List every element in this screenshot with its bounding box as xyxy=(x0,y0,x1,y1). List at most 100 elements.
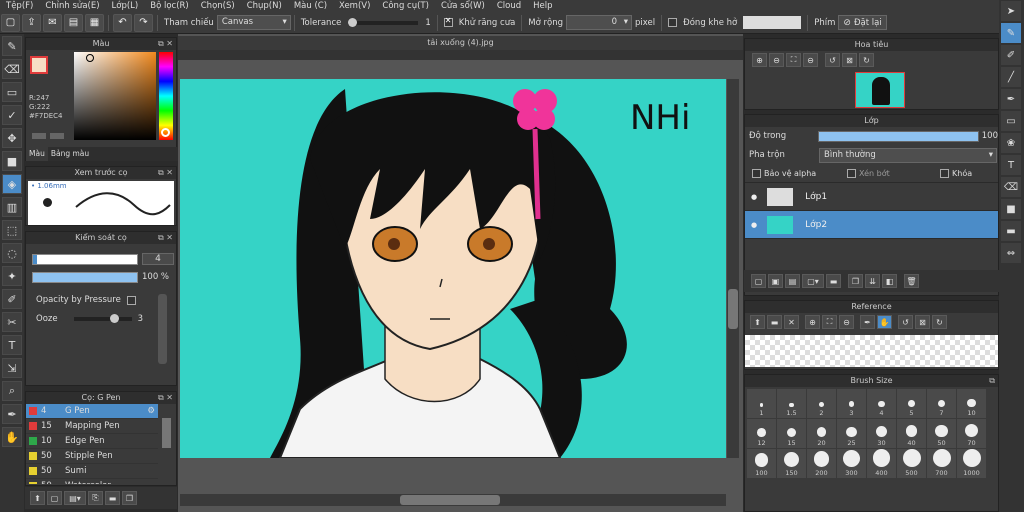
new-layer-icon[interactable]: ▢ xyxy=(751,274,766,288)
brush-size-cell[interactable]: 4 xyxy=(867,389,896,418)
ref-rotate-right-icon[interactable]: ↻ xyxy=(932,315,947,329)
pressure-checkbox[interactable] xyxy=(126,295,136,305)
options-scrollbar[interactable] xyxy=(158,294,167,364)
tab-palette[interactable]: Bảng màu xyxy=(48,147,92,161)
brush-size-cell[interactable]: 200 xyxy=(807,449,836,478)
new-1bit-icon[interactable]: ▤ xyxy=(785,274,800,288)
close-gap-checkbox[interactable] xyxy=(668,18,678,27)
gap-slider[interactable] xyxy=(743,16,802,29)
swap-icon[interactable]: ⇔ xyxy=(1001,243,1021,263)
bucket-tool-icon[interactable]: ◈ xyxy=(2,174,22,194)
select-eraser-icon[interactable]: ✂ xyxy=(2,312,22,332)
ref-zoom-out-icon[interactable]: ⊖ xyxy=(839,315,854,329)
folder-brush-icon[interactable]: ▬ xyxy=(105,491,120,505)
brush-size-cell[interactable]: 15 xyxy=(777,419,806,448)
antialias-checkbox[interactable] xyxy=(443,16,453,27)
hscroll-thumb[interactable] xyxy=(400,495,500,505)
brush-size-cell[interactable]: 10 xyxy=(957,389,986,418)
brush-size-cell[interactable]: 1000 xyxy=(957,449,986,478)
grid-button[interactable]: ▦ xyxy=(85,13,104,32)
rotate-left-icon[interactable]: ↺ xyxy=(825,53,840,67)
zoom-minus-icon[interactable]: ⊖ xyxy=(803,53,818,67)
brush-size-cell[interactable]: 25 xyxy=(837,419,866,448)
undo-button[interactable]: ↶ xyxy=(113,13,132,32)
zoom-out-icon[interactable]: ⊖ xyxy=(769,53,784,67)
menu-item[interactable]: Bộ lọc(R) xyxy=(144,0,195,12)
tolerance-slider[interactable] xyxy=(348,17,419,27)
brush-size-cell[interactable]: 2 xyxy=(807,389,836,418)
brush-list-scrollbar[interactable] xyxy=(162,418,171,448)
rect-subtool-icon[interactable]: ▭ xyxy=(1001,111,1021,131)
brush-menu-icon[interactable]: ▤▾ xyxy=(64,491,86,505)
brush-size-cell[interactable]: 40 xyxy=(897,419,926,448)
reference-select[interactable]: Canvas xyxy=(216,15,291,30)
brush-size-cell[interactable]: 3 xyxy=(837,389,866,418)
text-subtool-icon[interactable]: T xyxy=(1001,155,1021,175)
panel-controls-icon[interactable]: ⧉ ✕ xyxy=(158,232,173,244)
delete-layer-icon[interactable]: 🗑 xyxy=(904,274,919,288)
rotate-right-icon[interactable]: ↻ xyxy=(859,53,874,67)
default-color-button[interactable] xyxy=(50,133,64,139)
ref-eyedrop-icon[interactable]: ✒ xyxy=(860,315,875,329)
correction-tool-icon[interactable]: ✓ xyxy=(2,105,22,125)
hue-slider[interactable] xyxy=(159,52,173,140)
text-tool-icon[interactable]: T xyxy=(2,335,22,355)
slider-thumb[interactable] xyxy=(348,17,358,27)
brush-size-cell[interactable]: 400 xyxy=(867,449,896,478)
menu-item[interactable]: Chụp(N) xyxy=(241,0,288,12)
layer-visibility-icon[interactable]: ● xyxy=(751,221,757,229)
layer-row[interactable]: ● Lớp2 xyxy=(745,211,998,239)
reset-view-icon[interactable]: ⊠ xyxy=(842,53,857,67)
marker-tool-icon[interactable]: ✐ xyxy=(1001,45,1021,65)
layer-opacity-slider[interactable] xyxy=(817,130,979,142)
fg-color-swatch[interactable] xyxy=(30,56,48,74)
gradient-tool-icon[interactable]: ▥ xyxy=(2,197,22,217)
menu-item[interactable]: Cửa sổ(W) xyxy=(435,0,491,12)
menu-item[interactable]: Chỉnh sửa(E) xyxy=(39,0,105,12)
operation-tool-icon[interactable]: ⇲ xyxy=(2,358,22,378)
expand-input[interactable]: 0 xyxy=(566,15,633,30)
swap-color-button[interactable] xyxy=(32,133,46,139)
canvas-hscroll[interactable] xyxy=(180,494,726,506)
ref-rotate-left-icon[interactable]: ↺ xyxy=(898,315,913,329)
zoom-in-icon[interactable]: ⊕ xyxy=(752,53,767,67)
opacity-slider[interactable] xyxy=(32,272,138,283)
menu-item[interactable]: Cloud xyxy=(491,0,527,12)
duplicate-layer-icon[interactable]: ❐ xyxy=(848,274,863,288)
hand-tool-icon[interactable]: ✋ xyxy=(2,427,22,447)
blend-select[interactable]: Bình thường xyxy=(819,147,997,163)
select-ellipse-icon[interactable]: ◌ xyxy=(2,243,22,263)
new-file-button[interactable]: ▢ xyxy=(1,13,20,32)
panel-controls-icon[interactable]: ⧉ xyxy=(989,375,995,387)
brush-size-cell[interactable]: 70 xyxy=(957,419,986,448)
move-tool-icon[interactable]: ✥ xyxy=(2,128,22,148)
layer-button[interactable]: ▤ xyxy=(64,13,83,32)
brush-size-cell[interactable]: 300 xyxy=(837,449,866,478)
merge-layer-icon[interactable]: ⇊ xyxy=(865,274,880,288)
brush-size-slider[interactable] xyxy=(32,254,138,265)
document-tab[interactable]: tải xuống (4).jpg xyxy=(178,36,743,50)
select-pen-icon[interactable]: ✐ xyxy=(2,289,22,309)
menu-item[interactable]: Tệp(F) xyxy=(0,0,39,12)
ref-import-icon[interactable]: ⬆ xyxy=(750,315,765,329)
panel-controls-icon[interactable]: ⧉ ✕ xyxy=(158,392,173,404)
blend-tool-icon[interactable]: ❀ xyxy=(1001,133,1021,153)
brush-subtool-icon[interactable]: ✒ xyxy=(1001,89,1021,109)
brush-tool-icon[interactable]: ✎ xyxy=(2,36,22,56)
mask-layer-icon[interactable]: ◧ xyxy=(882,274,897,288)
saturation-value-picker[interactable] xyxy=(74,52,156,140)
picker-cursor[interactable] xyxy=(86,54,94,62)
canvas-vscroll[interactable] xyxy=(727,79,739,458)
ref-fit-icon[interactable]: ⛶ xyxy=(822,315,837,329)
ref-open-icon[interactable]: ▬ xyxy=(767,315,782,329)
panel-controls-icon[interactable]: ⧉ ✕ xyxy=(158,38,173,50)
ref-hand-icon[interactable]: ✋ xyxy=(877,315,892,329)
tab-color[interactable]: Màu xyxy=(26,147,48,161)
brush-size-cell[interactable]: 12 xyxy=(747,419,776,448)
add-brush-icon[interactable]: ⬆ xyxy=(30,491,45,505)
eraser-tool-icon[interactable]: ⌫ xyxy=(2,59,22,79)
brush-size-cell[interactable]: 150 xyxy=(777,449,806,478)
menu-item[interactable]: Chọn(S) xyxy=(195,0,241,12)
fit-icon[interactable]: ⛶ xyxy=(786,53,801,67)
brush-size-cell[interactable]: 7 xyxy=(927,389,956,418)
